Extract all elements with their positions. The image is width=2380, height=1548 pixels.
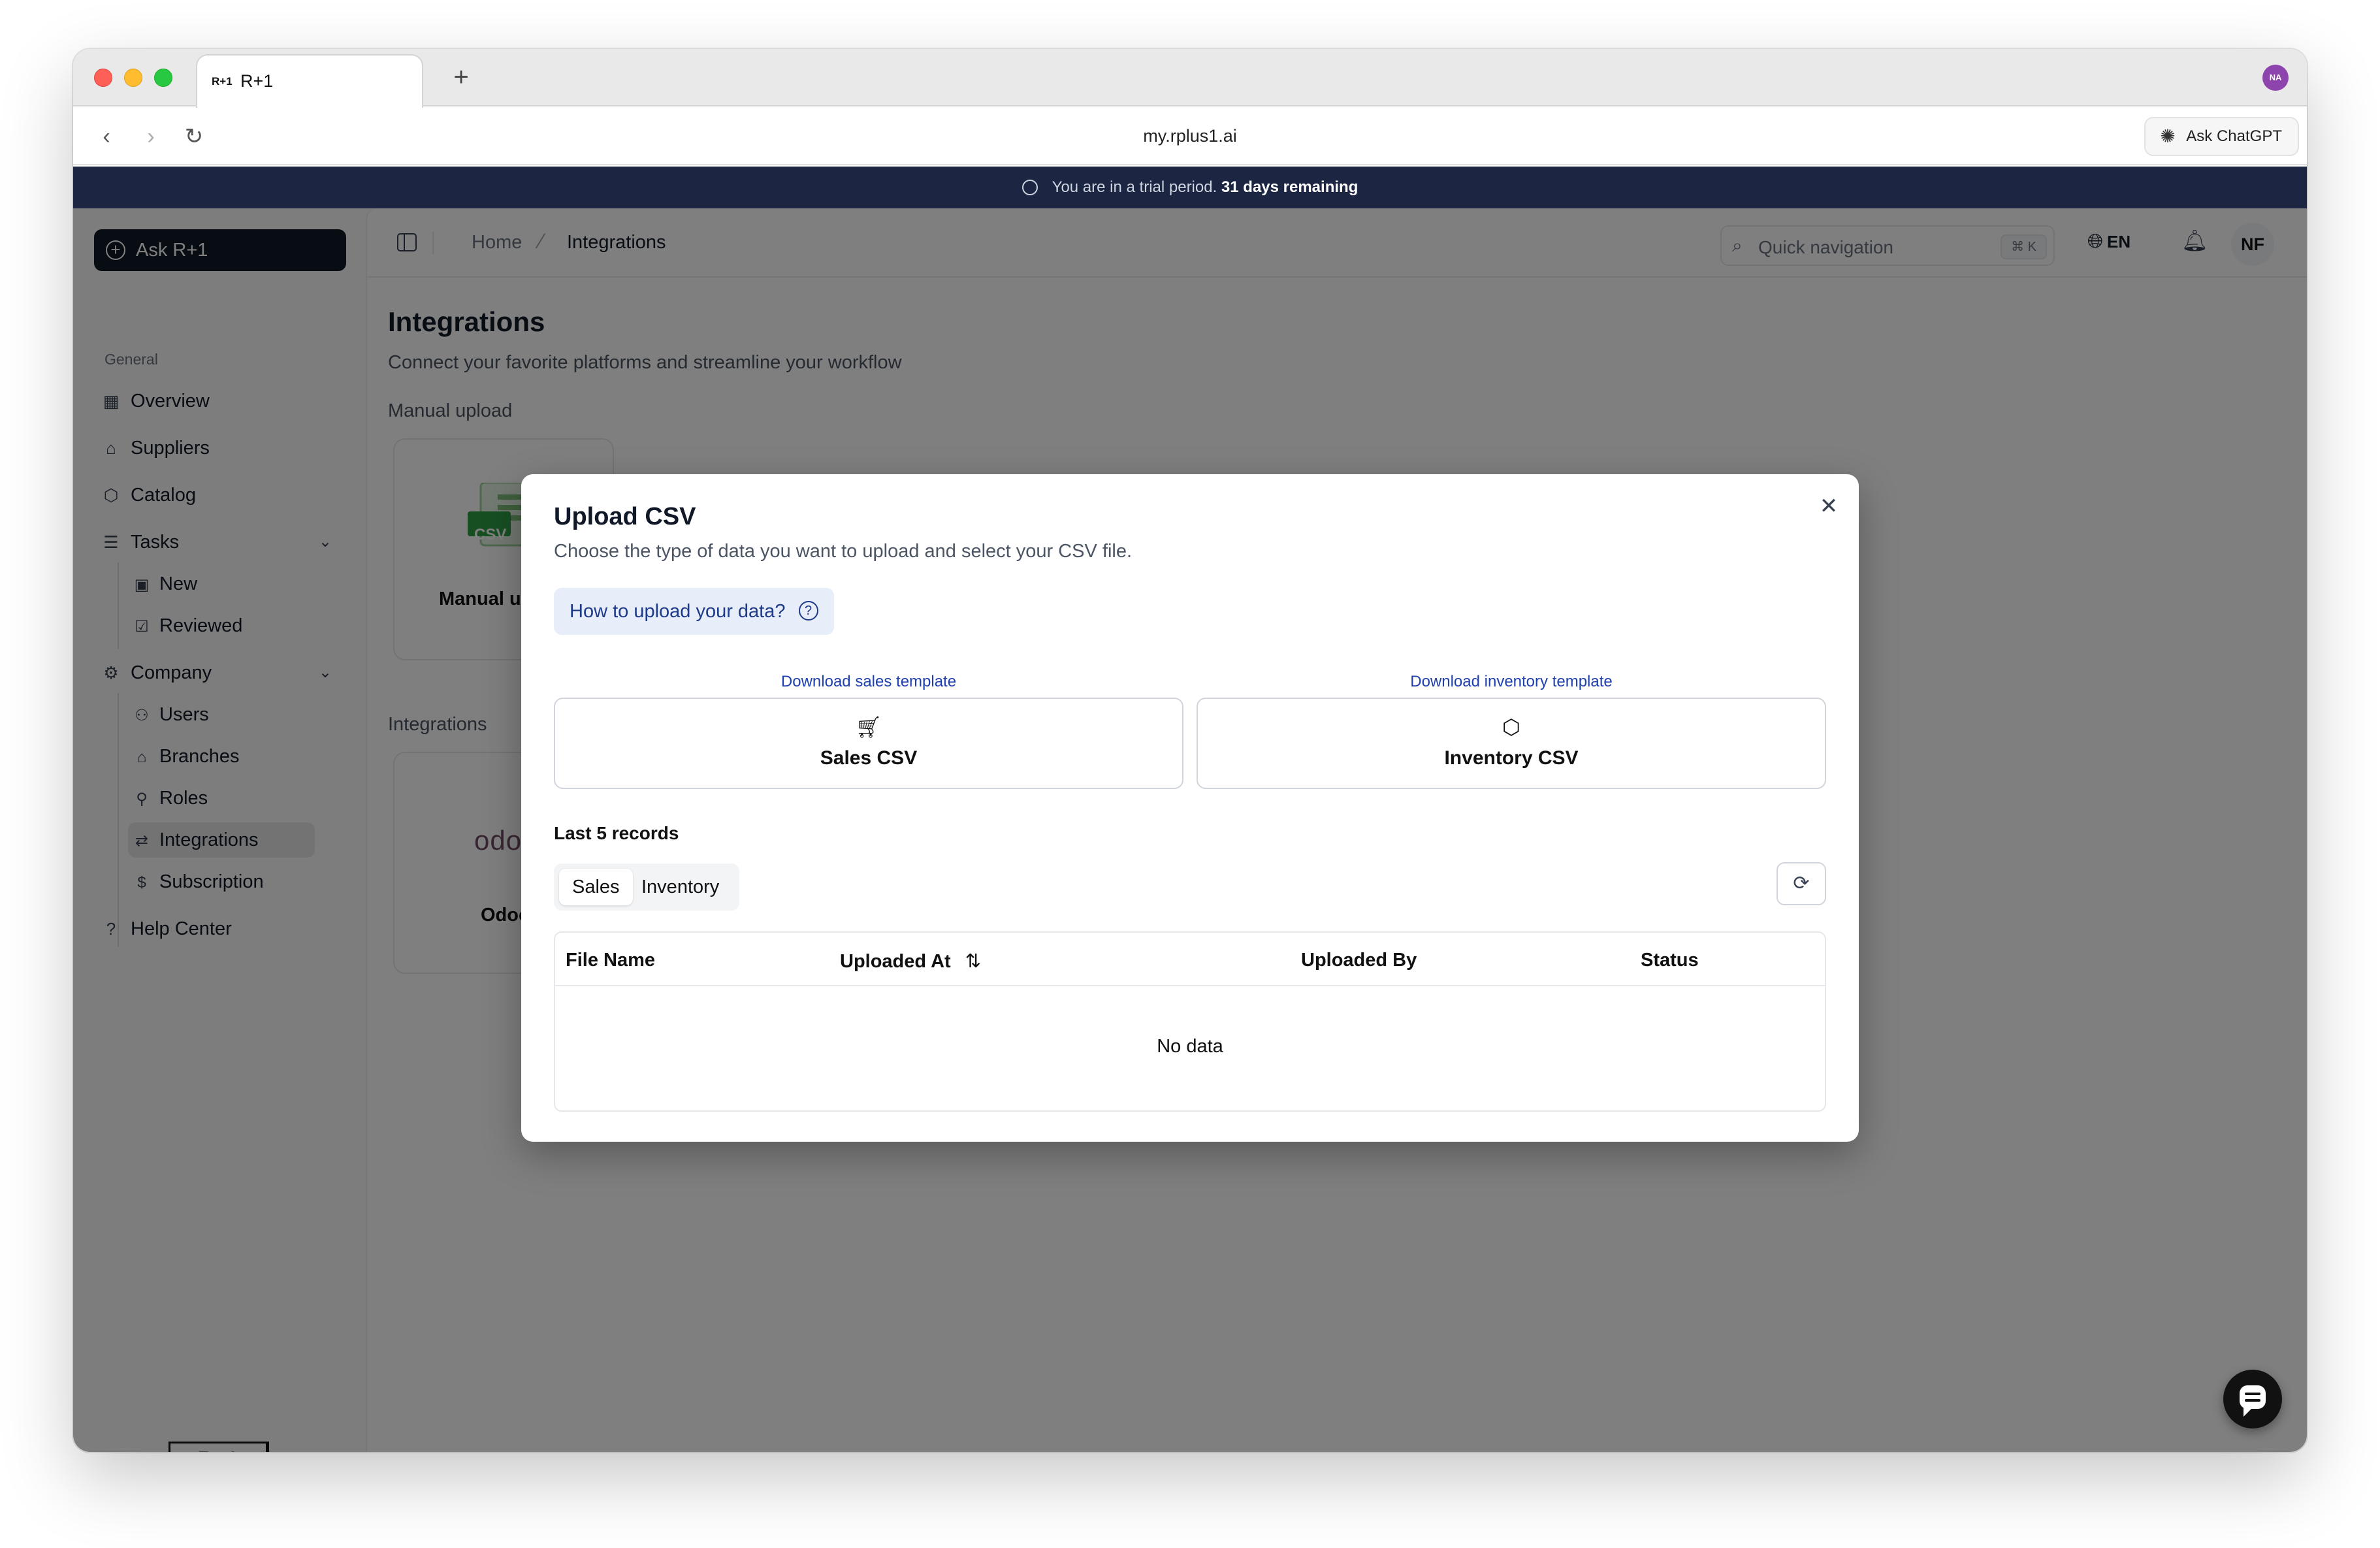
trial-remaining: 31 days remaining [1221, 178, 1359, 196]
tab-title: R+1 [240, 71, 274, 91]
tab-favicon: R+1 [212, 75, 233, 88]
chat-support-button[interactable] [2223, 1370, 2282, 1428]
address-bar: ‹ › ↻ my.rplus1.ai ✺ Ask ChatGPT [73, 108, 2307, 165]
clock-icon [1021, 180, 1038, 195]
browser-tab[interactable]: R+1 R+1 [196, 54, 423, 108]
refresh-button[interactable]: ⟳ [1777, 862, 1826, 905]
modal-title: Upload CSV [554, 503, 696, 530]
sales-csv-card[interactable]: 🛒︎ Sales CSV [554, 698, 1183, 789]
upload-csv-modal: ✕ Upload CSV Choose the type of data you… [521, 474, 1859, 1142]
refresh-icon: ⟳ [1793, 873, 1810, 894]
last-records-label: Last 5 records [554, 823, 679, 843]
empty-state: No data [1157, 1036, 1223, 1057]
chat-line [2245, 1399, 2260, 1402]
col-uploaded-by: Uploaded By [1301, 950, 1417, 971]
col-uploaded-at-label: Uploaded At [840, 951, 951, 972]
how-to-upload-label: How to upload your data? [570, 601, 786, 622]
col-file-name: File Name [566, 950, 655, 971]
col-status: Status [1641, 950, 1699, 971]
new-tab-plus-icon[interactable]: + [444, 61, 478, 95]
tab-inventory[interactable]: Inventory [628, 869, 732, 905]
zoom-window-button[interactable] [154, 69, 172, 87]
close-icon[interactable]: ✕ [1816, 494, 1842, 520]
inventory-csv-card[interactable]: ⬡ Inventory CSV [1197, 698, 1826, 789]
ask-chatgpt-button[interactable]: ✺ Ask ChatGPT [2144, 117, 2299, 156]
trial-text: You are in a trial period. [1052, 178, 1217, 196]
close-window-button[interactable] [94, 69, 112, 87]
inventory-csv-label: Inventory CSV [1444, 747, 1579, 769]
package-icon: ⬡ [1502, 715, 1520, 739]
sales-csv-label: Sales CSV [820, 747, 918, 769]
records-table: File Name Uploaded At ⇅ Uploaded By Statu… [554, 931, 1826, 1112]
chat-line [2245, 1393, 2260, 1395]
tab-sales[interactable]: Sales [559, 869, 633, 905]
download-sales-template-link[interactable]: Download sales template [554, 673, 1183, 691]
browser-tabbar: R+1 R+1 + NA [73, 49, 2307, 108]
minimize-window-button[interactable] [124, 69, 142, 87]
records-tabs: Sales Inventory [554, 863, 739, 911]
col-uploaded-at[interactable]: Uploaded At ⇅ [840, 950, 981, 973]
chat-bubble-icon [2240, 1385, 2266, 1417]
browser-profile-avatar[interactable]: NA [2262, 65, 2289, 91]
modal-description: Choose the type of data you want to uplo… [554, 541, 1133, 562]
shopping-cart-icon: 🛒︎ [855, 715, 882, 739]
trial-banner: You are in a trial period. 31 days remai… [73, 167, 2307, 208]
url-field[interactable]: my.rplus1.ai [73, 126, 2307, 146]
table-header: File Name Uploaded At ⇅ Uploaded By Statu… [555, 933, 1825, 986]
ask-chatgpt-label: Ask ChatGPT [2186, 127, 2282, 145]
download-inventory-template-link[interactable]: Download inventory template [1197, 673, 1826, 691]
help-circle-icon: ? [798, 601, 818, 621]
sort-arrows-icon: ⇅ [965, 951, 982, 972]
how-to-upload-button[interactable]: How to upload your data? ? [554, 588, 834, 635]
chatgpt-icon: ✺ [2160, 126, 2176, 146]
